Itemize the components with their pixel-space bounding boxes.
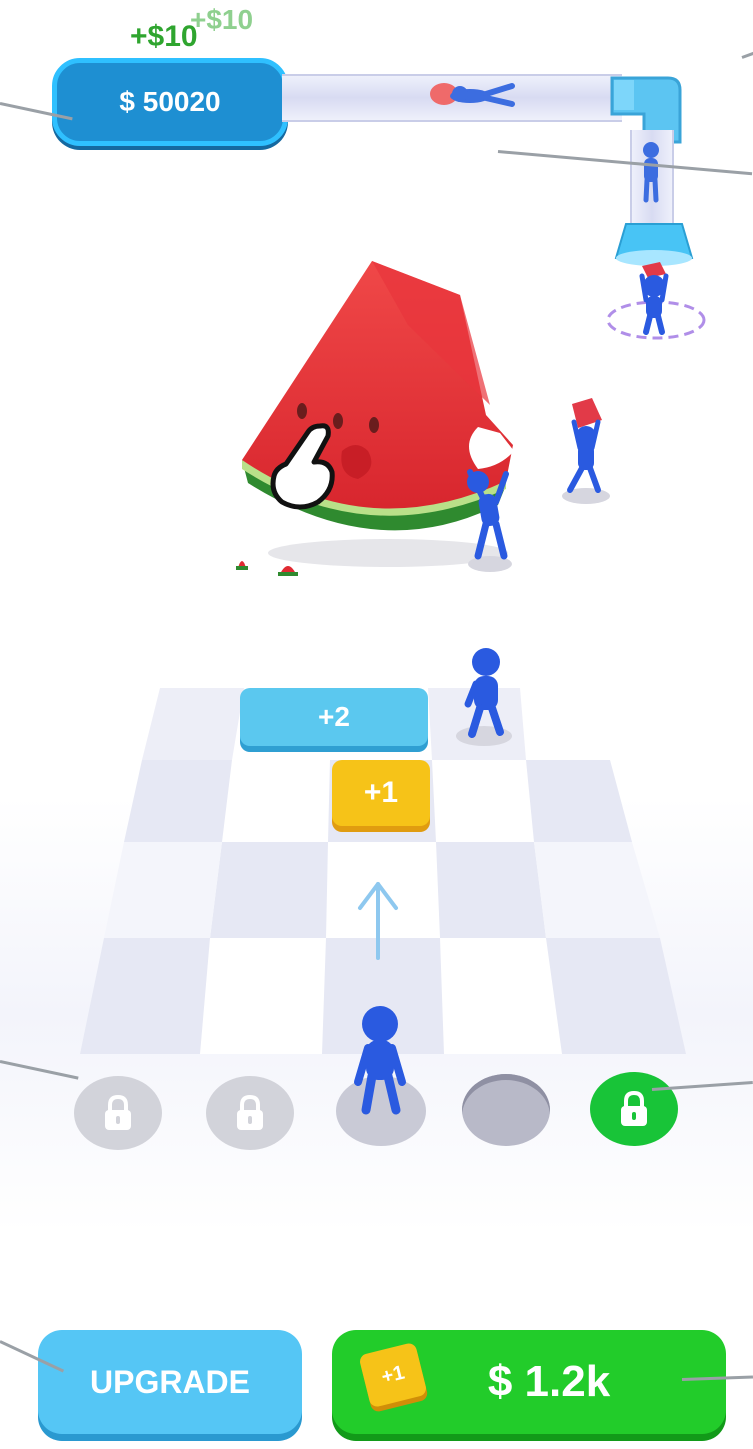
merge-tile-plus-1[interactable]: +1 [332, 760, 430, 826]
lock-icon-green [621, 1090, 647, 1126]
slot-locked-1[interactable] [74, 1076, 162, 1150]
lock-icon [237, 1094, 263, 1130]
upgrade-button-label: UPGRADE [89, 1363, 250, 1400]
slot-unlockable[interactable] [590, 1072, 678, 1146]
merge-tile-plus-1-label: +1 [363, 776, 399, 809]
merge-tile-plus-2-label: +2 [318, 701, 350, 732]
lock-icon [105, 1094, 131, 1130]
buy-badge-label: +1 [379, 1361, 407, 1388]
slot-locked-2[interactable] [206, 1076, 294, 1150]
stickman-walking-icon [456, 648, 512, 746]
game-screen: +$10 +$10 $ 50020 +2 +1 UPGRADE $ 1.2k +… [0, 0, 753, 1449]
slot-empty[interactable] [462, 1074, 550, 1146]
merge-tile-plus-2[interactable]: +2 [240, 688, 428, 746]
stickman-on-slot-icon [354, 1006, 406, 1115]
buy-price-label: $ 1.2k [487, 1357, 611, 1406]
upgrade-button[interactable]: UPGRADE [38, 1330, 302, 1434]
